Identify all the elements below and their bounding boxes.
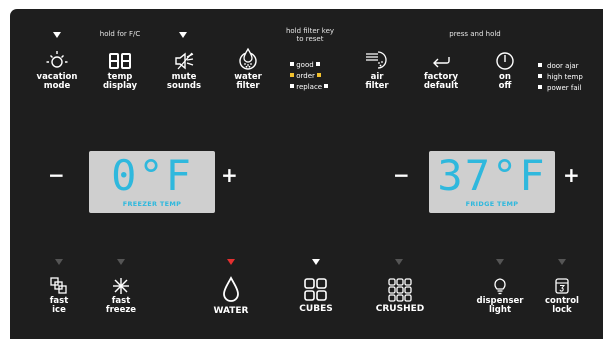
filter-status-replace: replace: [290, 82, 329, 93]
onoff-label-2: off: [498, 81, 512, 91]
fast-freeze-indicator: [117, 259, 125, 265]
dispenser-light-button[interactable]: dispenser light: [476, 277, 524, 315]
order-light-right: [317, 73, 322, 77]
dispenser-light-label-2: light: [488, 305, 512, 315]
water-filter-icon: [239, 47, 257, 70]
sun-icon: [46, 51, 68, 68]
dispenser-light-indicator: [496, 259, 504, 265]
mute-label-2: sounds: [166, 81, 202, 91]
air-filter-label-2: filter: [365, 81, 389, 91]
fridge-plus-button[interactable]: +: [563, 165, 580, 185]
filter-status-good: good: [290, 60, 320, 71]
alert-door-ajar: door ajar: [538, 61, 579, 72]
replace-light-right: [324, 84, 329, 88]
water-filter-label-2: filter: [236, 81, 260, 91]
crushed-button[interactable]: CRUSHED: [368, 277, 432, 314]
high-temp-light: [538, 74, 542, 78]
factory-label-2: default: [423, 81, 459, 91]
filter-status-order: order: [290, 71, 322, 82]
fast-ice-indicator: [55, 259, 63, 265]
cubes-button[interactable]: CUBES: [288, 277, 344, 314]
control-lock-label-2: lock: [552, 305, 572, 315]
control-lock-indicator: [558, 259, 566, 265]
mute-indicator-arrow: [179, 32, 187, 38]
vacation-mode-button[interactable]: vacation mode: [35, 49, 79, 91]
return-arrow-icon: [433, 57, 450, 68]
cubes-indicator: [312, 259, 320, 265]
fridge-temp-caption: FRIDGE TEMP: [465, 200, 519, 208]
crushed-ice-icon: [388, 278, 412, 302]
light-bulb-icon: [494, 278, 506, 295]
air-filter-icon: [366, 51, 387, 69]
door-ajar-light: [538, 63, 542, 67]
freezer-display: 0°F FREEZER TEMP: [89, 151, 215, 213]
vacation-indicator-arrow: [53, 32, 61, 38]
air-filter-button[interactable]: air filter: [355, 49, 399, 91]
temp-display-button[interactable]: temp display: [98, 49, 142, 91]
cubes-label: CUBES: [299, 304, 333, 314]
replace-light-left: [290, 84, 294, 88]
speaker-mute-icon: [175, 52, 194, 70]
fast-freeze-label-2: freeze: [105, 305, 137, 315]
temp-display-label-2: display: [102, 81, 138, 91]
ice-cubes-icon: [304, 278, 327, 301]
water-filter-button[interactable]: water filter: [226, 47, 270, 91]
hint-hold-fc: hold for F/C: [99, 30, 141, 38]
hint-hold-filter: hold filter key to reset: [285, 27, 335, 43]
power-fail-light: [538, 85, 542, 89]
factory-default-button[interactable]: factory default: [419, 49, 463, 91]
vacation-label-2: mode: [43, 81, 71, 91]
water-selected-indicator: [227, 259, 235, 265]
fast-ice-label-2: ice: [52, 305, 66, 315]
fast-ice-icon: [50, 277, 67, 294]
fridge-display: 37°F FRIDGE TEMP: [429, 151, 555, 213]
alert-high-temp: high temp: [538, 72, 583, 83]
freezer-plus-button[interactable]: +: [221, 165, 238, 185]
good-light-left: [290, 62, 294, 66]
crushed-indicator: [395, 259, 403, 265]
fridge-temp-value: 37°F: [437, 151, 547, 200]
hint-press-hold: press and hold: [449, 30, 501, 38]
fridge-minus-button[interactable]: −: [393, 165, 410, 185]
freezer-temp-value: 0°F: [111, 151, 193, 200]
order-light-left: [290, 73, 294, 77]
water-button[interactable]: WATER: [203, 275, 259, 316]
control-panel: hold for F/C hold filter key to reset pre…: [10, 9, 603, 339]
good-light-right: [315, 62, 320, 66]
snowflake-icon: [113, 278, 129, 294]
fast-freeze-button[interactable]: fast freeze: [99, 277, 143, 315]
fast-ice-button[interactable]: fast ice: [37, 277, 81, 315]
freezer-temp-caption: FREEZER TEMP: [122, 200, 182, 208]
on-off-button[interactable]: on off: [483, 49, 527, 91]
freezer-minus-button[interactable]: −: [48, 165, 65, 185]
lock-3-icon: [555, 278, 569, 294]
water-label: WATER: [213, 306, 249, 316]
alert-power-fail: power fail: [538, 83, 582, 94]
seven-segment-88-icon: [109, 53, 131, 69]
control-lock-button[interactable]: control lock: [540, 277, 584, 315]
power-icon: [496, 52, 514, 70]
crushed-label: CRUSHED: [375, 304, 425, 314]
water-drop-icon: [223, 276, 239, 302]
mute-sounds-button[interactable]: mute sounds: [162, 49, 206, 91]
